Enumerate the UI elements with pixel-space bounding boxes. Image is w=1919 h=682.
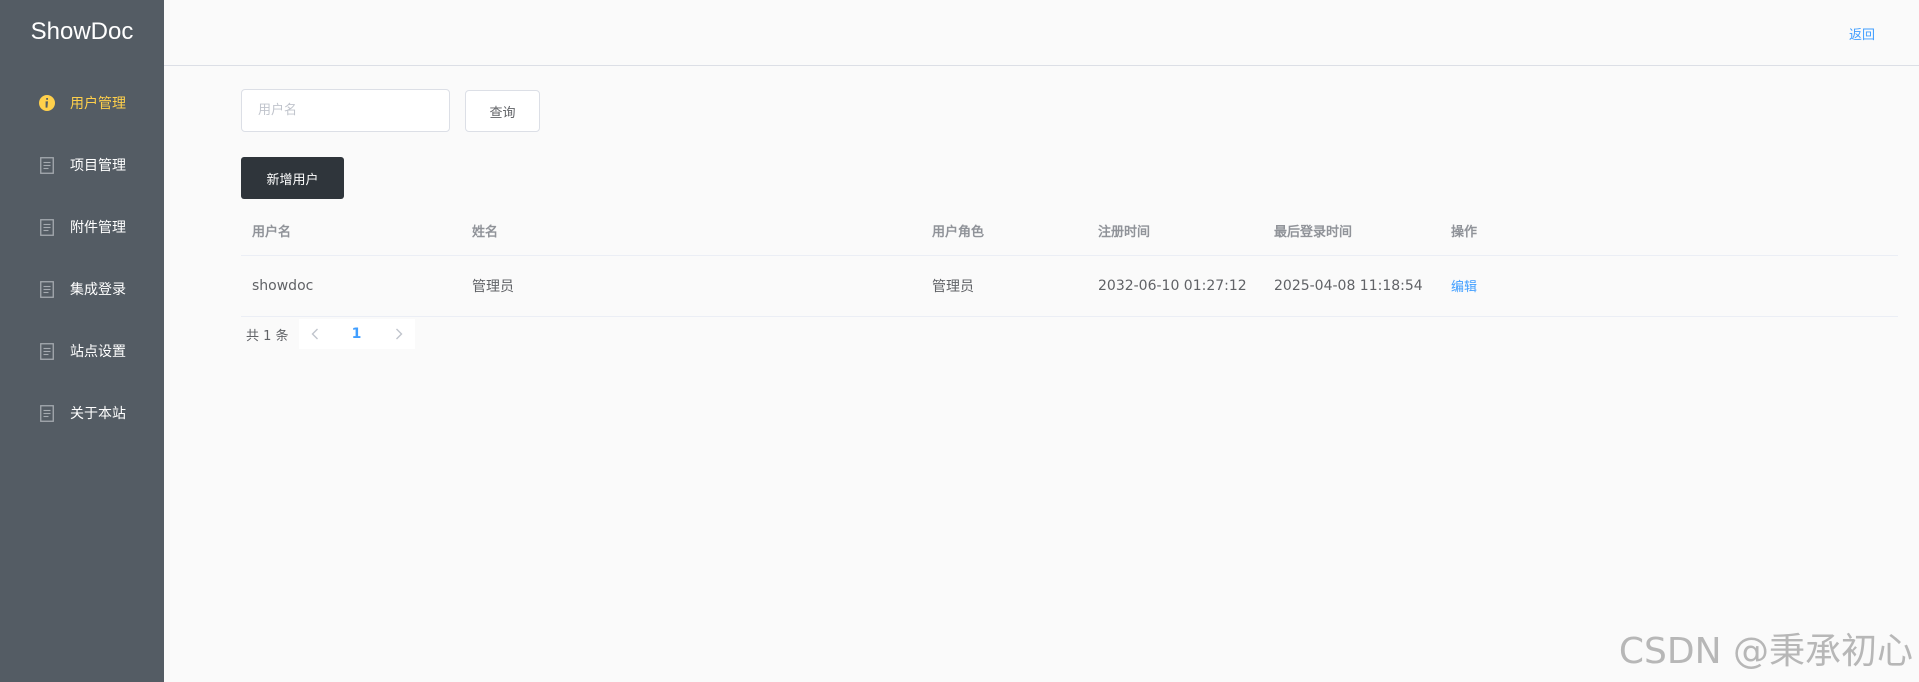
pagination: 共 1 条 1 bbox=[241, 319, 415, 349]
column-header-username: 用户名 bbox=[241, 206, 461, 256]
sidebar-item-label: 集成登录 bbox=[70, 282, 126, 298]
sidebar-item-label: 用户管理 bbox=[70, 96, 126, 112]
pagination-pager: 1 bbox=[298, 319, 415, 349]
sidebar-menu: 用户管理 项目管理 附件管理 集成登录 站点设置 关于本站 bbox=[0, 72, 164, 444]
sidebar-item-label: 附件管理 bbox=[70, 220, 126, 236]
sidebar-item-label: 站点设置 bbox=[70, 344, 126, 360]
sidebar-item-attachment-management[interactable]: 附件管理 bbox=[0, 196, 164, 258]
cell-actions: 编辑 bbox=[1440, 255, 1898, 317]
column-header-last-login: 最后登录时间 bbox=[1263, 206, 1440, 256]
column-header-name: 姓名 bbox=[461, 206, 921, 256]
document-icon bbox=[38, 280, 56, 298]
document-icon bbox=[38, 404, 56, 422]
app-logo[interactable]: ShowDoc bbox=[0, 18, 164, 46]
add-user-button[interactable]: 新增用户 bbox=[241, 157, 344, 199]
document-icon bbox=[38, 156, 56, 174]
username-search-input[interactable] bbox=[241, 89, 450, 132]
document-icon bbox=[38, 218, 56, 236]
table-header-row: 用户名 姓名 用户角色 注册时间 最后登录时间 操作 bbox=[241, 206, 1898, 256]
chevron-left-icon[interactable] bbox=[299, 319, 331, 349]
user-table: 用户名 姓名 用户角色 注册时间 最后登录时间 操作 showdoc 管理员 管… bbox=[241, 206, 1898, 317]
pagination-page-1[interactable]: 1 bbox=[331, 319, 383, 349]
sidebar-item-user-management[interactable]: 用户管理 bbox=[0, 72, 164, 134]
column-header-actions: 操作 bbox=[1440, 206, 1898, 256]
sidebar-item-label: 关于本站 bbox=[70, 406, 126, 422]
pagination-total: 共 1 条 bbox=[246, 328, 289, 344]
cell-name: 管理员 bbox=[461, 255, 921, 317]
top-header: 返回 bbox=[164, 0, 1919, 66]
sidebar: ShowDoc 用户管理 项目管理 附件管理 集成登录 站点设置 关于本站 bbox=[0, 0, 164, 682]
sidebar-item-label: 项目管理 bbox=[70, 158, 126, 174]
cell-registered: 2032-06-10 01:27:12 bbox=[1087, 255, 1263, 317]
cell-last-login: 2025-04-08 11:18:54 bbox=[1263, 255, 1440, 317]
column-header-role: 用户角色 bbox=[921, 206, 1087, 256]
back-link[interactable]: 返回 bbox=[1849, 24, 1875, 43]
info-icon bbox=[38, 94, 56, 112]
watermark: CSDN @秉承初心 bbox=[1618, 631, 1913, 672]
table-row: showdoc 管理员 管理员 2032-06-10 01:27:12 2025… bbox=[241, 255, 1898, 317]
column-header-registered: 注册时间 bbox=[1087, 206, 1263, 256]
cell-username: showdoc bbox=[241, 255, 461, 317]
chevron-right-icon[interactable] bbox=[383, 319, 415, 349]
edit-link[interactable]: 编辑 bbox=[1451, 280, 1477, 295]
query-button[interactable]: 查询 bbox=[465, 90, 540, 132]
document-icon bbox=[38, 342, 56, 360]
sidebar-item-about[interactable]: 关于本站 bbox=[0, 382, 164, 444]
sidebar-item-integrated-login[interactable]: 集成登录 bbox=[0, 258, 164, 320]
cell-role: 管理员 bbox=[921, 255, 1087, 317]
sidebar-item-site-settings[interactable]: 站点设置 bbox=[0, 320, 164, 382]
sidebar-item-project-management[interactable]: 项目管理 bbox=[0, 134, 164, 196]
